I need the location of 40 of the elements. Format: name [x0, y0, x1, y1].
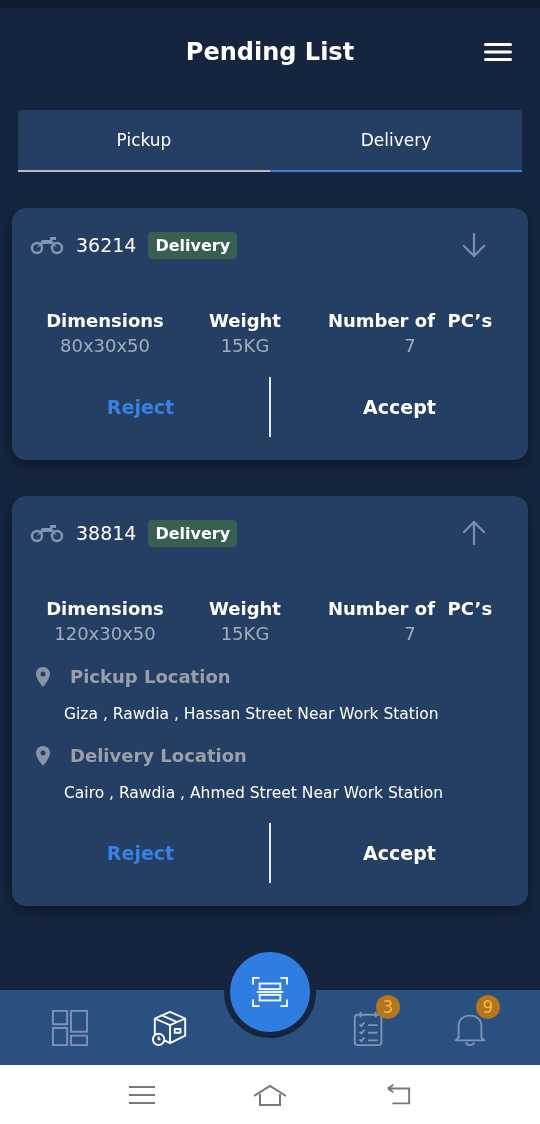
spec-label: Number of PC’s: [327, 310, 493, 331]
order-number: 38814: [76, 522, 137, 544]
location-address: Cairo , Rawdia , Ahmed Street Near Work Station: [64, 784, 445, 802]
location-label: Delivery Location: [70, 745, 247, 766]
delivery-tag: Delivery: [148, 519, 238, 547]
package-clock-icon[interactable]: [151, 1008, 189, 1047]
expand-arrow-icon[interactable]: [462, 232, 486, 258]
page-title: Pending List: [185, 38, 355, 66]
spec-value: 7: [404, 623, 416, 644]
spec-value: 7: [404, 335, 416, 356]
delivery-tag: Delivery: [148, 231, 238, 259]
spec-label: Weight: [209, 310, 281, 331]
order-number: 36214: [76, 234, 137, 256]
motorcycle-icon: [30, 235, 64, 255]
menu-icon[interactable]: [484, 42, 512, 62]
location-pin-icon: [36, 745, 50, 766]
spec-label: Dimensions: [46, 598, 164, 619]
spec-label: Number of PC’s: [327, 598, 493, 619]
accept-button[interactable]: Accept: [271, 833, 528, 873]
back-icon[interactable]: [385, 1083, 412, 1106]
count-badge: 3: [376, 994, 400, 1019]
spec-value: 80x30x50: [60, 335, 150, 356]
tab[interactable]: Delivery: [270, 110, 522, 172]
home-icon[interactable]: [252, 1083, 288, 1106]
motorcycle-icon: [30, 523, 64, 543]
location-address: Giza , Rawdia , Hassan Street Near Work Station: [64, 705, 440, 723]
dashboard-icon[interactable]: [51, 1008, 89, 1047]
recent-apps-icon[interactable]: [128, 1084, 155, 1105]
location-label: Pickup Location: [70, 666, 231, 687]
spec-value: 15KG: [220, 335, 270, 356]
spec-value: 15KG: [220, 623, 270, 644]
location-pin-icon: [36, 666, 50, 687]
count-badge: 9: [476, 994, 500, 1019]
accept-button[interactable]: Accept: [271, 387, 528, 427]
spec-value: 120x30x50: [54, 623, 156, 644]
expand-arrow-icon[interactable]: [462, 520, 486, 546]
spec-label: Dimensions: [46, 310, 164, 331]
spec-label: Weight: [209, 598, 281, 619]
tab[interactable]: Pickup: [18, 110, 270, 172]
scan-icon: [251, 975, 289, 1008]
